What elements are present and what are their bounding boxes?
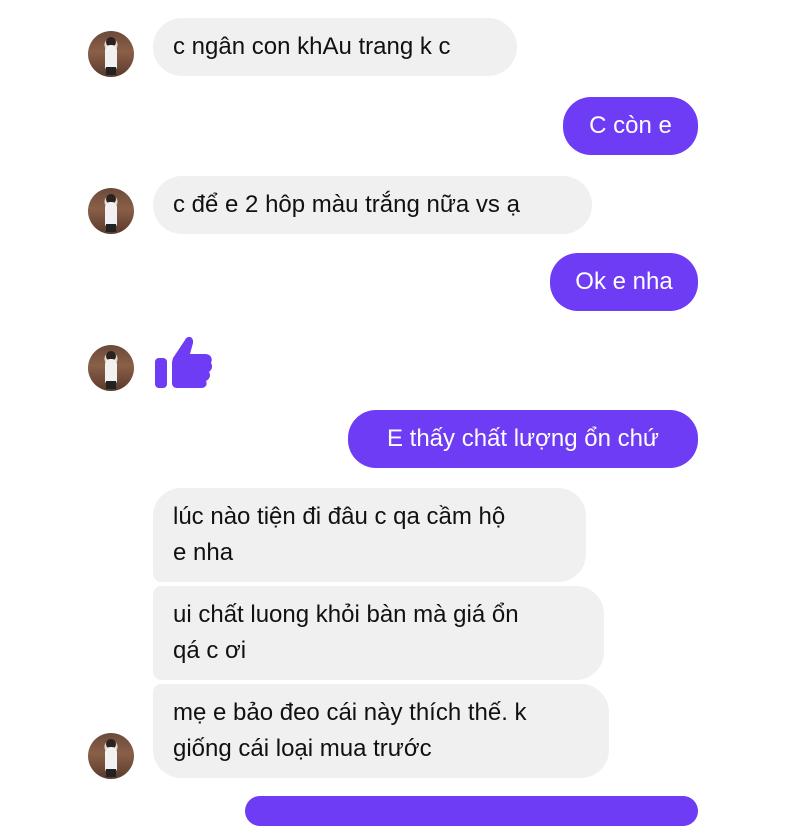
outgoing-message[interactable]: E thấy chất lượng ổn chứ <box>348 410 698 468</box>
message-text-line: giống cái loại mua trước <box>173 735 432 762</box>
message-text-line: ui chất luong khỏi bàn mà giá ổn <box>173 601 519 628</box>
contact-avatar[interactable] <box>88 733 134 779</box>
outgoing-message-partial[interactable] <box>245 796 698 826</box>
contact-avatar[interactable] <box>88 31 134 77</box>
message-text-line: lúc nào tiện đi đâu c qa cầm hộ <box>173 503 506 530</box>
thumbs-up-icon[interactable] <box>153 332 213 390</box>
message-text: E thấy chất lượng ổn chứ <box>386 425 659 452</box>
message-text: c để e 2 hôp màu trắng nữa vs ạ <box>173 191 520 218</box>
message-text-line: mẹ e bảo đeo cái này thích thế. k <box>173 699 527 726</box>
message-text-line: e nha <box>173 539 234 566</box>
contact-avatar[interactable] <box>88 345 134 391</box>
incoming-message[interactable]: ui chất luong khỏi bàn mà giá ổn qá c ơi <box>153 586 604 680</box>
incoming-message[interactable]: mẹ e bảo đeo cái này thích thế. k giống … <box>153 684 609 778</box>
message-text: c ngân con khAu trang k c <box>173 33 451 60</box>
message-text: C còn e <box>589 112 672 139</box>
contact-avatar[interactable] <box>88 188 134 234</box>
message-text-line: qá c ơi <box>173 637 247 664</box>
message-text: Ok e nha <box>575 268 673 295</box>
outgoing-message[interactable]: Ok e nha <box>550 253 698 311</box>
incoming-message[interactable]: lúc nào tiện đi đâu c qa cầm hộ e nha <box>153 488 586 582</box>
incoming-message[interactable]: c để e 2 hôp màu trắng nữa vs ạ <box>153 176 592 234</box>
outgoing-message[interactable]: C còn e <box>563 97 698 155</box>
incoming-message[interactable]: c ngân con khAu trang k c <box>153 18 517 76</box>
